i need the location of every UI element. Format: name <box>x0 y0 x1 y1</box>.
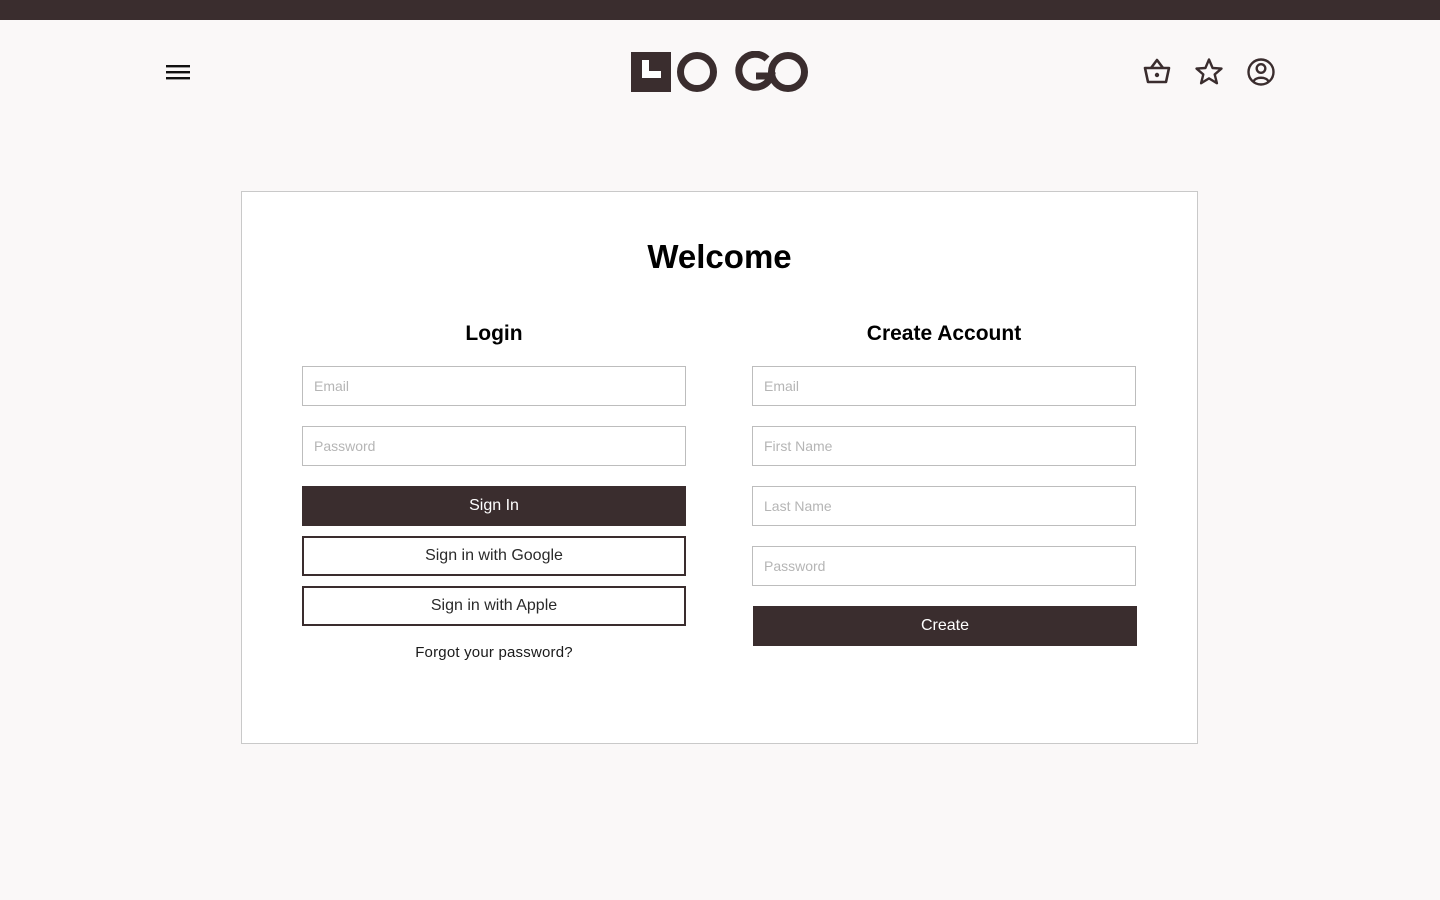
login-heading: Login <box>465 322 523 345</box>
create-account-button[interactable]: Create <box>753 606 1137 646</box>
sign-in-apple-button[interactable]: Sign in with Apple <box>302 586 686 626</box>
user-circle-icon[interactable] <box>1245 56 1277 88</box>
first-name-input[interactable] <box>752 426 1136 466</box>
create-password-input[interactable] <box>752 546 1136 586</box>
sign-in-google-button[interactable]: Sign in with Google <box>302 536 686 576</box>
star-icon[interactable] <box>1193 56 1225 88</box>
basket-icon[interactable] <box>1141 56 1173 88</box>
login-email-input[interactable] <box>302 366 686 406</box>
top-announcement-bar <box>0 0 1440 20</box>
last-name-input[interactable] <box>752 486 1136 526</box>
auth-card: Welcome Login Sign In Sign in with Googl… <box>241 191 1198 744</box>
forgot-password-link[interactable]: Forgot your password? <box>302 644 686 661</box>
site-logo[interactable] <box>630 50 810 93</box>
site-header <box>0 20 1440 124</box>
create-account-heading: Create Account <box>866 322 1022 345</box>
hamburger-menu-icon[interactable] <box>164 60 192 84</box>
create-account-form: Create Account Create <box>752 320 1137 656</box>
login-password-input[interactable] <box>302 426 686 466</box>
sign-in-button[interactable]: Sign In <box>302 486 686 526</box>
page-title: Welcome <box>647 238 792 275</box>
create-email-input[interactable] <box>752 366 1136 406</box>
login-form: Login Sign In Sign in with Google Sign i… <box>302 320 686 661</box>
